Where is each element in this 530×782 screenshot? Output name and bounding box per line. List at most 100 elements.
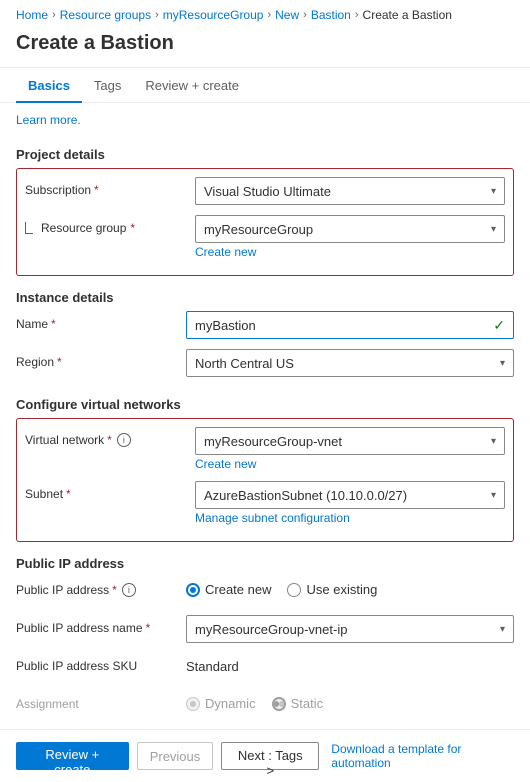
instance-details-form: Name * myBastion ✓ Region * North Centra… <box>0 311 530 377</box>
resource-group-dropdown[interactable]: myResourceGroup ▾ <box>195 215 505 243</box>
name-control: myBastion ✓ <box>186 311 514 339</box>
region-chevron: ▾ <box>500 358 505 369</box>
resource-group-row: Resource group * myResourceGroup ▾ Creat… <box>25 215 505 259</box>
subnet-row: Subnet * AzureBastionSubnet (10.10.0.0/2… <box>25 481 505 525</box>
region-dropdown[interactable]: North Central US ▾ <box>186 349 514 377</box>
vnet-label: Virtual network * i <box>25 427 195 447</box>
ip-use-existing-circle <box>287 583 301 597</box>
vnet-dropdown[interactable]: myResourceGroup-vnet ▾ <box>195 427 505 455</box>
subnet-dropdown[interactable]: AzureBastionSubnet (10.10.0.0/27) ▾ <box>195 481 505 509</box>
breadcrumb-home[interactable]: Home <box>16 8 48 22</box>
manage-subnet-link[interactable]: Manage subnet configuration <box>195 511 505 525</box>
subnet-control: AzureBastionSubnet (10.10.0.0/27) ▾ Mana… <box>195 481 505 525</box>
resource-group-value: myResourceGroup <box>204 222 313 237</box>
vnet-title: Configure virtual networks <box>0 387 530 418</box>
breadcrumb-new[interactable]: New <box>275 8 299 22</box>
region-required: * <box>57 355 62 369</box>
assignment-static-circle <box>272 697 286 711</box>
breadcrumb-sep-1: › <box>52 9 56 21</box>
subscription-value: Visual Studio Ultimate <box>204 184 331 199</box>
subscription-label: Subscription * <box>25 177 195 197</box>
tab-review-create[interactable]: Review + create <box>133 68 251 103</box>
vnet-outline: Virtual network * i myResourceGroup-vnet… <box>16 418 514 542</box>
footer: Review + create Previous Next : Tags > D… <box>0 729 530 782</box>
subnet-chevron: ▾ <box>491 490 496 501</box>
subscription-control: Visual Studio Ultimate ▾ <box>195 177 505 205</box>
vnet-row: Virtual network * i myResourceGroup-vnet… <box>25 427 505 471</box>
project-details-outline: Subscription * Visual Studio Ultimate ▾ … <box>16 168 514 276</box>
ip-create-new-circle <box>186 583 200 597</box>
ip-name-dropdown[interactable]: myResourceGroup-vnet-ip ▾ <box>186 615 514 643</box>
vnet-required: * <box>107 433 112 447</box>
region-row: Region * North Central US ▾ <box>16 349 514 377</box>
vnet-value: myResourceGroup-vnet <box>204 434 342 449</box>
ip-address-row: Public IP address * i Create new Use exi… <box>16 577 514 605</box>
ip-create-new-label: Create new <box>205 582 271 597</box>
ip-sku-row: Public IP address SKU Standard <box>16 653 514 681</box>
assignment-row: Assignment Dynamic Static <box>16 691 514 719</box>
public-ip-form: Public IP address * i Create new Use exi… <box>0 577 530 719</box>
ip-name-required: * <box>146 621 151 635</box>
next-button[interactable]: Next : Tags > <box>221 742 319 770</box>
assignment-control: Dynamic Static <box>186 691 514 711</box>
ip-address-label: Public IP address * i <box>16 577 186 597</box>
name-input[interactable]: myBastion ✓ <box>186 311 514 339</box>
resource-group-chevron: ▾ <box>491 224 496 235</box>
review-create-button[interactable]: Review + create <box>16 742 129 770</box>
ip-sku-value: Standard <box>186 653 514 674</box>
subscription-chevron: ▾ <box>491 186 496 197</box>
vnet-create-new[interactable]: Create new <box>195 457 505 471</box>
breadcrumb-resource-groups[interactable]: Resource groups <box>60 8 151 22</box>
indent-label: Resource group * <box>25 221 135 235</box>
breadcrumb-sep-2: › <box>155 9 159 21</box>
ip-info-icon[interactable]: i <box>122 583 136 597</box>
breadcrumb-sep-3: › <box>267 9 271 21</box>
previous-button[interactable]: Previous <box>137 742 214 770</box>
breadcrumb-bastion[interactable]: Bastion <box>311 8 351 22</box>
subnet-label: Subnet * <box>25 481 195 501</box>
ip-sku-control: Standard <box>186 653 514 674</box>
name-valid-icon: ✓ <box>493 317 505 334</box>
name-value: myBastion <box>195 318 256 333</box>
name-required: * <box>51 317 56 331</box>
vnet-info-icon[interactable]: i <box>117 433 131 447</box>
tab-tags[interactable]: Tags <box>82 68 133 103</box>
ip-use-existing-label: Use existing <box>306 582 377 597</box>
public-ip-title: Public IP address <box>0 546 530 577</box>
subnet-value: AzureBastionSubnet (10.10.0.0/27) <box>204 488 407 503</box>
description-text: Learn more. <box>0 113 530 137</box>
subscription-row: Subscription * Visual Studio Ultimate ▾ <box>25 177 505 205</box>
resource-group-required: * <box>130 221 135 235</box>
assignment-static-radio[interactable]: Static <box>272 696 324 711</box>
assignment-static-label: Static <box>291 696 324 711</box>
project-details-form: Subscription * Visual Studio Ultimate ▾ … <box>0 168 530 276</box>
tab-basics[interactable]: Basics <box>16 68 82 103</box>
region-label: Region * <box>16 349 186 369</box>
subscription-required: * <box>94 183 99 197</box>
subnet-required: * <box>66 487 71 501</box>
assignment-dynamic-radio[interactable]: Dynamic <box>186 696 256 711</box>
vnet-form: Virtual network * i myResourceGroup-vnet… <box>0 418 530 542</box>
breadcrumb-sep-5: › <box>355 9 359 21</box>
assignment-radio-group: Dynamic Static <box>186 691 514 711</box>
ip-sku-label: Public IP address SKU <box>16 653 186 673</box>
resource-group-create-new[interactable]: Create new <box>195 245 505 259</box>
region-value: North Central US <box>195 356 294 371</box>
name-label: Name * <box>16 311 186 331</box>
ip-create-new-radio[interactable]: Create new <box>186 582 271 597</box>
tabs-container: Basics Tags Review + create <box>0 68 530 103</box>
ip-name-control: myResourceGroup-vnet-ip ▾ <box>186 615 514 643</box>
vnet-control: myResourceGroup-vnet ▾ Create new <box>195 427 505 471</box>
ip-required: * <box>112 583 117 597</box>
ip-use-existing-radio[interactable]: Use existing <box>287 582 377 597</box>
learn-more-link[interactable]: Learn more. <box>16 113 81 127</box>
assignment-dynamic-label: Dynamic <box>205 696 256 711</box>
automation-link[interactable]: Download a template for automation <box>331 742 514 770</box>
ip-name-label: Public IP address name * <box>16 615 186 635</box>
breadcrumb-my-resource-group[interactable]: myResourceGroup <box>163 8 264 22</box>
ip-name-row: Public IP address name * myResourceGroup… <box>16 615 514 643</box>
region-control: North Central US ▾ <box>186 349 514 377</box>
page-title: Create a Bastion <box>0 28 530 67</box>
assignment-dynamic-circle <box>186 697 200 711</box>
subscription-dropdown[interactable]: Visual Studio Ultimate ▾ <box>195 177 505 205</box>
